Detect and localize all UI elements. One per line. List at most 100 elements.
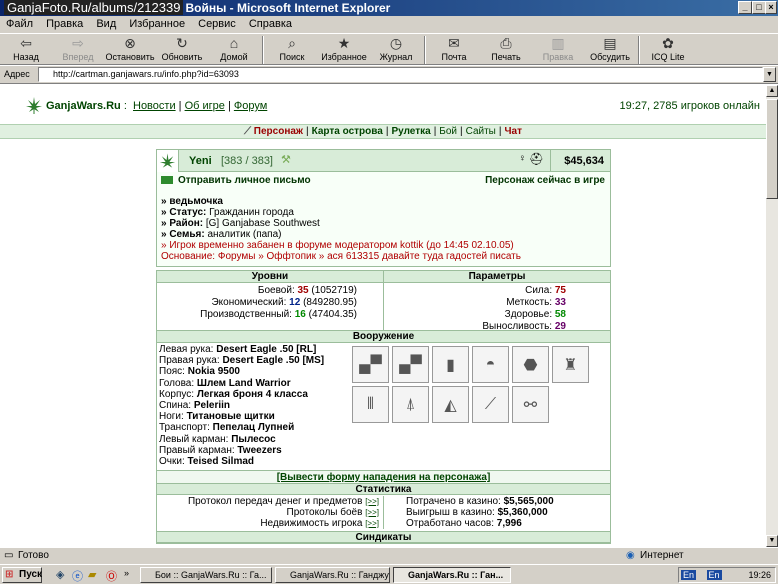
armor-icon[interactable]: ⬣ bbox=[512, 346, 549, 383]
address-label: Адрес bbox=[4, 69, 30, 79]
page-content: GanjaWars.Ru : Новости | Об игре | Форум… bbox=[0, 85, 766, 547]
task-button-2[interactable]: GanjaWars.Ru :: Ганджуб... bbox=[275, 567, 390, 583]
toolbar-label: Вперед bbox=[62, 52, 94, 62]
weapons-list: Левая рука: Desert Eagle .50 [RL] Правая … bbox=[159, 344, 324, 467]
news-link[interactable]: Новости bbox=[133, 100, 176, 112]
print-icon: ⎙ bbox=[500, 35, 512, 51]
quicklaunch-opera-icon[interactable]: Ⓞ bbox=[106, 568, 117, 584]
district-value[interactable]: [G] Ganjabase Southwest bbox=[206, 218, 320, 229]
toolbar-home-button[interactable]: ⌂ Домой bbox=[208, 34, 260, 65]
nav-chat[interactable]: Чат bbox=[504, 126, 522, 137]
shin-guards-icon[interactable]: ⫴ bbox=[352, 386, 389, 423]
quicklaunch-more-icon[interactable]: » bbox=[124, 568, 129, 578]
home-icon: ⌂ bbox=[229, 35, 239, 51]
ban-reason[interactable]: Основание: Форумы » Оффтопик » ася 61331… bbox=[161, 251, 605, 262]
helmet-icon[interactable]: ◓ bbox=[472, 346, 509, 383]
task-button-1[interactable]: Бои :: GanjaWars.Ru :: Га... bbox=[140, 567, 272, 583]
attack-form-link[interactable]: [Вывести форму нападения на персонажа] bbox=[277, 472, 491, 483]
address-input[interactable]: http://cartman.ganjawars.ru/info.php?id=… bbox=[38, 67, 763, 82]
bell-icon[interactable]: ⍋ bbox=[392, 386, 429, 423]
pistol-icon[interactable]: ▄▀ bbox=[392, 346, 429, 383]
scroll-up-icon[interactable]: ▲ bbox=[766, 85, 778, 97]
nav-battle[interactable]: Бой bbox=[439, 126, 457, 137]
glasses-icon[interactable]: ⚯ bbox=[512, 386, 549, 423]
send-mail-link[interactable]: Отправить личное письмо bbox=[178, 175, 311, 186]
tweezers-icon[interactable]: ⟋ bbox=[472, 386, 509, 423]
nav-sites[interactable]: Сайты bbox=[466, 126, 496, 137]
vertical-scrollbar[interactable]: ▲ ▼ bbox=[766, 85, 778, 547]
minimize-button[interactable]: _ bbox=[738, 1, 752, 14]
menu-tools[interactable]: Сервис bbox=[198, 18, 236, 30]
menu-file[interactable]: Файл bbox=[6, 18, 33, 30]
toolbar-separator bbox=[424, 36, 426, 64]
toolbar-back-button[interactable]: ⇦ Назад bbox=[0, 34, 52, 65]
stat-link-row: Протокол передач денег и предметов [>>] bbox=[187, 496, 379, 507]
nav-roulette[interactable]: Рулетка bbox=[391, 126, 430, 137]
family-value: аналитик (папа) bbox=[207, 229, 282, 240]
about-link[interactable]: Об игре bbox=[185, 100, 225, 112]
menu-help[interactable]: Справка bbox=[249, 18, 292, 30]
lang-indicator-2[interactable]: En bbox=[706, 570, 722, 580]
toolbar-search-button[interactable]: ⌕ Поиск bbox=[266, 34, 318, 65]
pistol-icon[interactable]: ▄▀ bbox=[352, 346, 389, 383]
scroll-thumb[interactable] bbox=[766, 99, 778, 199]
quicklaunch-folder-icon[interactable]: ▰ bbox=[88, 568, 96, 581]
mail-icon[interactable] bbox=[161, 176, 173, 185]
toolbar-discuss-button[interactable]: ▤ Обсудить bbox=[584, 34, 636, 65]
profile-header: Yeni [383 / 383] ⚒ ♀ ⛑ $45,634 bbox=[157, 150, 610, 172]
favorites-icon: ★ bbox=[337, 35, 351, 51]
profile-body: Отправить личное письмо Персонаж сейчас … bbox=[157, 172, 610, 266]
stat-open-link[interactable]: [>>] bbox=[365, 519, 379, 528]
nav-island-map[interactable]: Карта острова bbox=[312, 126, 383, 137]
address-dropdown-icon[interactable]: ▼ bbox=[763, 67, 776, 82]
phone-icon[interactable]: ▮ bbox=[432, 346, 469, 383]
nav-character[interactable]: Персонаж bbox=[254, 126, 303, 137]
start-label: Пуск bbox=[19, 569, 43, 580]
title-bar: GanjaFoto.Ru/albums/212339 Войны - Micros… bbox=[0, 0, 778, 16]
menu-view[interactable]: Вид bbox=[96, 18, 116, 30]
task-button-3[interactable]: GanjaWars.Ru :: Ган... bbox=[393, 567, 511, 583]
edit-icon: ▥ bbox=[551, 35, 565, 51]
quicklaunch-ie-icon[interactable]: ⓔ bbox=[72, 568, 83, 584]
toolbar-icq-button[interactable]: ✿ ICQ Lite bbox=[642, 34, 694, 65]
equipment-row: Правая рука: Desert Eagle .50 [MS] bbox=[159, 355, 325, 367]
toolbar-history-button[interactable]: ◷ Журнал bbox=[370, 34, 422, 65]
taskbar: ⊞ Пуск ◈ ⓔ ▰ Ⓞ » Бои :: GanjaWars.Ru :: … bbox=[0, 564, 778, 584]
toolbar-mail-button[interactable]: ✉ Почта bbox=[428, 34, 480, 65]
menu-favorites[interactable]: Избранное bbox=[129, 18, 185, 30]
weapons-section: Вооружение Левая рука: Desert Eagle .50 … bbox=[157, 330, 610, 470]
equipment-row: Транспорт: Пепелац Лупней bbox=[159, 422, 295, 434]
player-title: » ведьмочка bbox=[161, 196, 223, 207]
forum-link[interactable]: Форум bbox=[234, 100, 267, 112]
ganja-leaf-icon bbox=[157, 150, 179, 172]
forward-icon: ⇨ bbox=[72, 35, 84, 51]
history-icon: ◷ bbox=[389, 35, 403, 51]
equipment-row: Корпус: Легкая броня 4 класса bbox=[159, 388, 308, 400]
district-label: » Район: bbox=[161, 218, 204, 229]
stat-open-link[interactable]: [>>] bbox=[365, 508, 379, 517]
zone-text: Интернет bbox=[640, 550, 684, 561]
player-name[interactable]: Yeni bbox=[189, 155, 212, 167]
stat-link-row: Протоколы боёв [>>] bbox=[286, 507, 380, 518]
stat-open-link[interactable]: [>>] bbox=[365, 497, 379, 506]
icq-icon: ✿ bbox=[662, 35, 674, 51]
menu-edit[interactable]: Правка bbox=[46, 18, 83, 30]
equipment-row: Левая рука: Desert Eagle .50 [RL] bbox=[159, 344, 317, 355]
site-nav: Новости | Об игре | Форум bbox=[133, 100, 268, 112]
toolbar-print-button[interactable]: ⎙ Печать bbox=[480, 34, 532, 65]
game-nav: ⟋ Персонаж | Карта острова | Рулетка | Бой | Сай… bbox=[0, 124, 766, 139]
mail-icon: ✉ bbox=[448, 35, 460, 51]
quicklaunch-desktop-icon[interactable]: ◈ bbox=[56, 568, 64, 581]
close-button[interactable]: × bbox=[765, 1, 777, 14]
ingame-status: Персонаж сейчас в игре bbox=[485, 175, 605, 186]
toolbar-refresh-button[interactable]: ↻ Обновить bbox=[156, 34, 208, 65]
vacuum-icon[interactable]: ◭ bbox=[432, 386, 469, 423]
toolbar-favorites-button[interactable]: ★ Избранное bbox=[318, 34, 370, 65]
scroll-down-icon[interactable]: ▼ bbox=[766, 535, 778, 547]
lang-indicator-1[interactable]: En bbox=[681, 570, 697, 580]
attack-form-row: [Вывести форму нападения на персонажа] bbox=[157, 470, 610, 483]
vest-icon[interactable]: ♜ bbox=[552, 346, 589, 383]
start-button[interactable]: ⊞ Пуск bbox=[2, 567, 42, 583]
toolbar-stop-button[interactable]: ⊗ Остановить bbox=[104, 34, 156, 65]
maximize-button[interactable]: □ bbox=[752, 1, 766, 14]
